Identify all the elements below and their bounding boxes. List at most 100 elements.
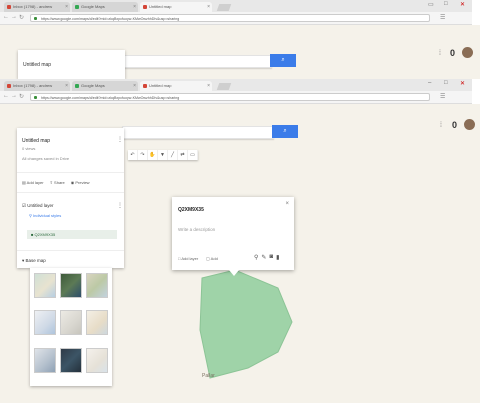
base-map-light-political[interactable] [34,310,56,335]
map-views: 0 views [22,146,36,151]
map-title[interactable]: Untitled map [22,138,50,144]
mymaps-icon [143,5,147,9]
back-tab-inbox[interactable]: Inbox (1798) - andrew × [4,2,70,12]
base-map-dark-landmass[interactable] [60,348,82,373]
minimize-icon[interactable]: – [428,80,431,86]
base-map-terrain[interactable] [86,273,108,298]
close-window-icon[interactable]: ✕ [460,80,465,87]
back-url-field[interactable]: https://www.google.com/maps/d/edit?mid=z… [30,14,430,22]
back-tab-mymap[interactable]: Untitled map × [140,2,212,12]
search-input[interactable] [122,126,274,139]
back-map-panel: Untitled map [18,50,125,79]
back-tab-maps[interactable]: Google Maps × [72,2,138,12]
menu-icon[interactable]: ☰ [440,14,445,21]
apps-icon[interactable]: ⁞ [440,122,442,129]
search-button[interactable]: ⌕ [272,125,298,138]
preview-button[interactable]: ◉ Preview [71,180,90,185]
map-toolbar: ↶ ↷ ✋ ▼ ╱ ⇄ ▭ [128,150,198,160]
polygon-shape[interactable] [190,270,294,382]
apps-icon[interactable]: ⁞ [439,50,441,57]
close-icon[interactable]: × [133,81,136,91]
feature-label: Q2XM9X35 [34,232,56,237]
camera-icon[interactable]: ◙ [269,254,273,261]
new-tab-button[interactable] [216,83,232,90]
layer-style-label: Individual styles [33,213,62,218]
redo-icon[interactable]: ↷ [138,150,148,160]
ruler-icon[interactable]: ▭ [188,150,198,160]
tab-label: Untitled map [149,83,172,88]
undo-icon[interactable]: ↶ [128,150,138,160]
directions-icon[interactable]: ⇄ [178,150,188,160]
back-address-bar: ← → ↻ https://www.google.com/maps/d/edit… [0,12,472,25]
base-map-light-landmass[interactable] [34,348,56,373]
close-window-icon[interactable]: ✕ [460,1,465,8]
base-map-mono-city[interactable] [60,310,82,335]
back-search-button[interactable]: ⌕ [270,54,296,67]
reload-icon[interactable]: ↻ [19,93,24,100]
popup-footer-mid[interactable]: ▢ Add [206,256,218,261]
gmail-icon [7,5,11,9]
maximize-icon[interactable]: □ [444,1,448,7]
base-map-picker [30,268,112,386]
back-tab-label: Google Maps [81,4,105,9]
forward-icon[interactable]: → [11,93,17,99]
popup-description[interactable]: Write a description [178,227,215,232]
url-field[interactable]: https://www.google.com/maps/d/edit?mid=z… [30,93,430,101]
base-map-whitewater[interactable] [86,348,108,373]
popup-title[interactable]: Q2XM9X35 [178,207,204,213]
close-icon[interactable]: × [285,201,289,207]
more-options-icon[interactable]: ⋮ [117,136,123,143]
popup-pointer [229,270,239,276]
layer-name[interactable]: ☑ Untitled layer [22,203,54,209]
line-icon[interactable]: ╱ [168,150,178,160]
menu-icon[interactable]: ☰ [440,93,445,100]
base-map-map[interactable] [34,273,56,298]
base-map-toggle[interactable]: ▾ Base map [22,258,46,264]
close-icon[interactable]: × [133,2,136,12]
add-layer-button[interactable]: ▤ Add layer [22,180,44,185]
minimize-icon[interactable]: ▭ [428,1,434,8]
popup-footer-left[interactable]: □ Add layer [178,256,198,261]
map-panel: Untitled map 0 views All changes saved i… [17,128,124,268]
new-tab-button[interactable] [216,4,232,11]
forward-icon[interactable]: → [11,14,17,20]
lock-icon [34,17,37,20]
back-tab-label: Inbox (1798) - andrew [13,4,53,9]
tab-label: Inbox (1798) - andrew [13,83,53,88]
marker-icon[interactable]: ▼ [158,150,168,160]
popup-footer-mid-label: Add [210,256,218,261]
back-icon[interactable]: ← [3,93,9,99]
notifications-icon[interactable]: 0 [452,120,457,130]
delete-icon[interactable]: ▮ [276,254,279,261]
maximize-icon[interactable]: □ [444,80,448,86]
add-layer-label: Add layer [26,180,44,185]
back-search-input[interactable] [120,55,272,68]
back-map-title[interactable]: Untitled map [23,62,51,68]
preview-label: Preview [75,180,90,185]
base-map-simple-atlas[interactable] [86,310,108,335]
tab-bar: Inbox (1798) - andrew × Google Maps × Un… [0,79,472,91]
share-label: Share [54,180,65,185]
reload-icon[interactable]: ↻ [19,14,24,21]
base-map-label: Base map [25,258,46,263]
search-icon: ⌕ [281,57,285,63]
back-icon[interactable]: ← [3,14,9,20]
tab-inbox[interactable]: Inbox (1798) - andrew × [4,81,70,91]
close-icon[interactable]: × [65,81,68,91]
tab-maps[interactable]: Google Maps × [72,81,138,91]
layer-options-icon[interactable]: ⋮ [117,202,123,209]
base-map-satellite[interactable] [60,273,82,298]
share-button[interactable]: ⇪ Share [50,180,65,185]
layer-style-link[interactable]: ⚲ Individual styles [29,213,61,218]
avatar[interactable] [462,47,473,58]
tab-mymap[interactable]: Untitled map × [140,81,212,91]
close-icon[interactable]: × [207,81,210,91]
notifications-icon[interactable]: 0 [450,48,455,58]
close-icon[interactable]: × [65,2,68,12]
feature-row[interactable]: ■ Q2XM9X35 [27,230,117,239]
close-icon[interactable]: × [207,2,210,12]
edit-icon[interactable]: ✎ [261,254,266,261]
style-icon[interactable]: ⚲ [254,254,258,261]
avatar[interactable] [464,119,475,130]
hand-icon[interactable]: ✋ [148,150,158,160]
